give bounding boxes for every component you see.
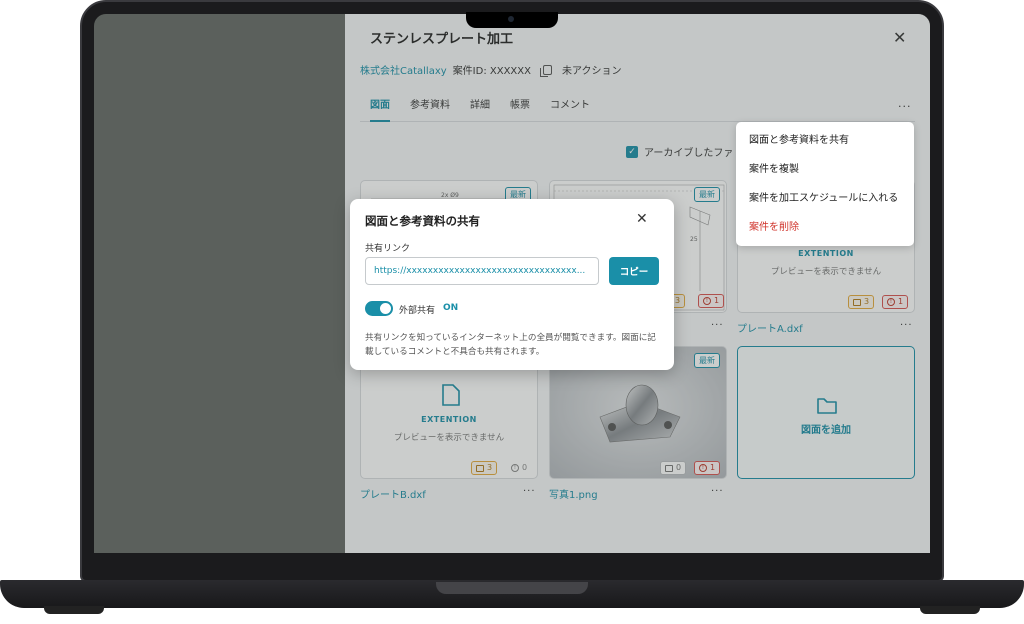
menu-item-delete[interactable]: 案件を削除 bbox=[736, 213, 914, 242]
toggle-knob bbox=[380, 303, 391, 314]
menu-item-schedule[interactable]: 案件を加工スケジュールに入れる bbox=[736, 184, 914, 213]
menu-item-share[interactable]: 図面と参考資料を共有 bbox=[736, 126, 914, 155]
share-description: 共有リンクを知っているインターネット上の全員が閲覧できます。図面に記載しているコ… bbox=[365, 333, 656, 357]
modal-title: 図面と参考資料の共有 bbox=[365, 214, 480, 228]
close-icon[interactable]: ✕ bbox=[636, 211, 648, 227]
toggle-state: ON bbox=[443, 303, 459, 313]
screen: ステンレスプレート加工 ✕ 株式会社Catallaxy 案件ID: XXXXXX… bbox=[94, 14, 930, 553]
share-modal: 図面と参考資料の共有 ✕ 共有リンク コピー 外部共有 ON 共有リンクを知って… bbox=[350, 199, 674, 370]
external-share-toggle[interactable] bbox=[365, 301, 393, 316]
menu-item-duplicate[interactable]: 案件を複製 bbox=[736, 155, 914, 184]
copy-button[interactable]: コピー bbox=[609, 257, 659, 285]
camera-notch bbox=[466, 12, 558, 28]
share-link-label: 共有リンク bbox=[365, 244, 411, 254]
share-link-input[interactable] bbox=[365, 257, 599, 285]
actions-menu: 図面と参考資料を共有 案件を複製 案件を加工スケジュールに入れる 案件を削除 bbox=[736, 122, 914, 246]
laptop-foot-right bbox=[920, 606, 980, 614]
external-share-label: 外部共有 bbox=[399, 306, 436, 316]
laptop-frame: ステンレスプレート加工 ✕ 株式会社Catallaxy 案件ID: XXXXXX… bbox=[0, 0, 1024, 624]
camera-icon bbox=[508, 16, 514, 22]
laptop-foot-left bbox=[44, 606, 104, 614]
laptop-lip bbox=[436, 582, 588, 594]
